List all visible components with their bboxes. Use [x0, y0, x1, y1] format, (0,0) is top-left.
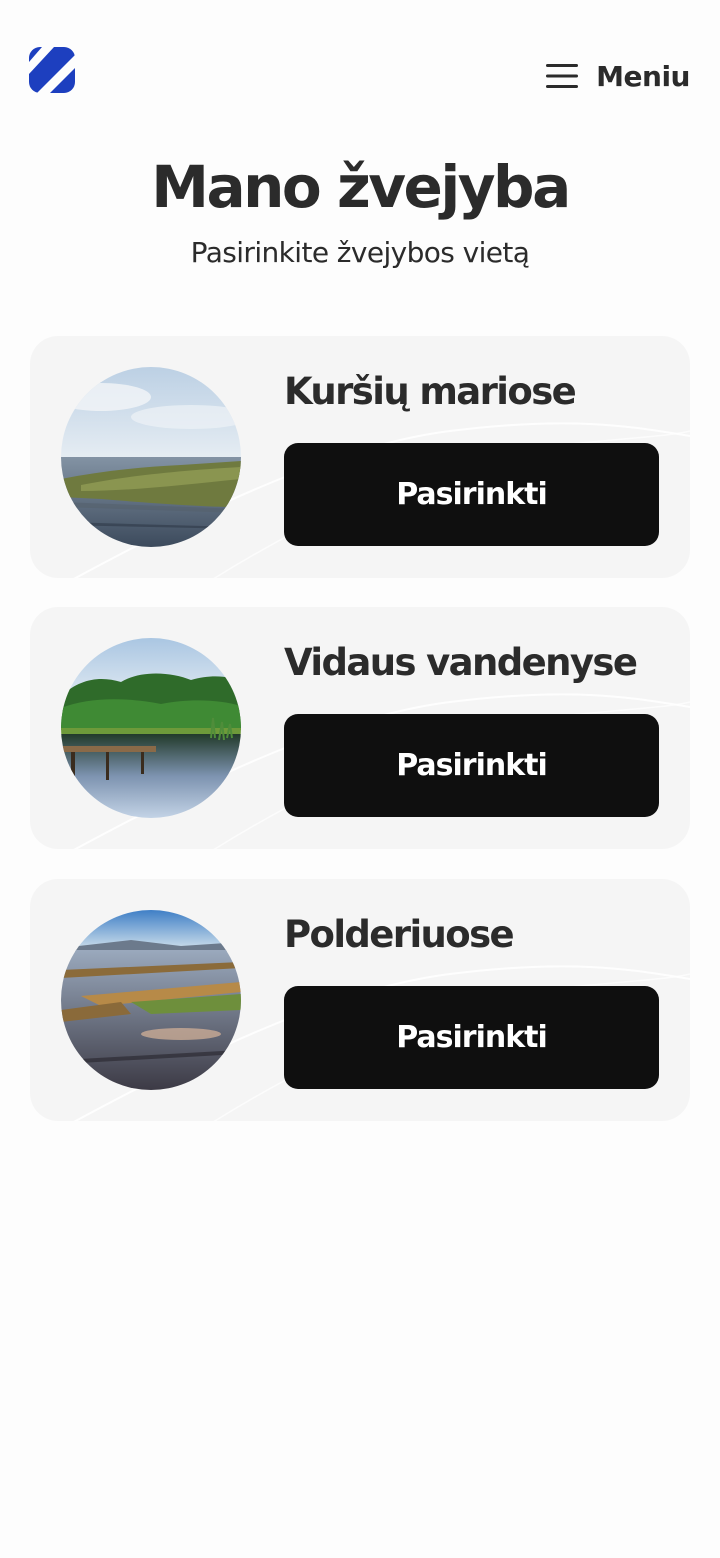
location-card-curonian-lagoon: Kuršių mariose Pasirinkti	[30, 336, 690, 578]
menu-label: Meniu	[596, 59, 690, 93]
page-subtitle: Pasirinkite žvejybos vietą	[190, 236, 530, 269]
brand-logo-icon[interactable]	[29, 47, 75, 93]
page-title: Mano žvejyba	[151, 153, 571, 221]
location-title: Polderiuose	[284, 913, 515, 956]
lake-pier-forest-photo	[61, 638, 241, 818]
location-card-polders: Polderiuose Pasirinkti	[30, 879, 690, 1121]
select-button[interactable]: Pasirinkti	[284, 714, 659, 817]
select-button[interactable]: Pasirinkti	[284, 986, 659, 1089]
hamburger-icon	[546, 64, 579, 88]
flooded-polder-fields-photo	[61, 910, 241, 1090]
site-header: Meniu	[0, 0, 720, 140]
select-button[interactable]: Pasirinkti	[284, 443, 659, 546]
menu-button[interactable]: Meniu	[546, 56, 690, 96]
location-card-inland-waters: Vidaus vandenyse Pasirinkti	[30, 607, 690, 849]
location-title: Kuršių mariose	[284, 370, 577, 413]
lagoon-reeds-photo	[61, 367, 241, 547]
location-title: Vidaus vandenyse	[284, 641, 638, 684]
